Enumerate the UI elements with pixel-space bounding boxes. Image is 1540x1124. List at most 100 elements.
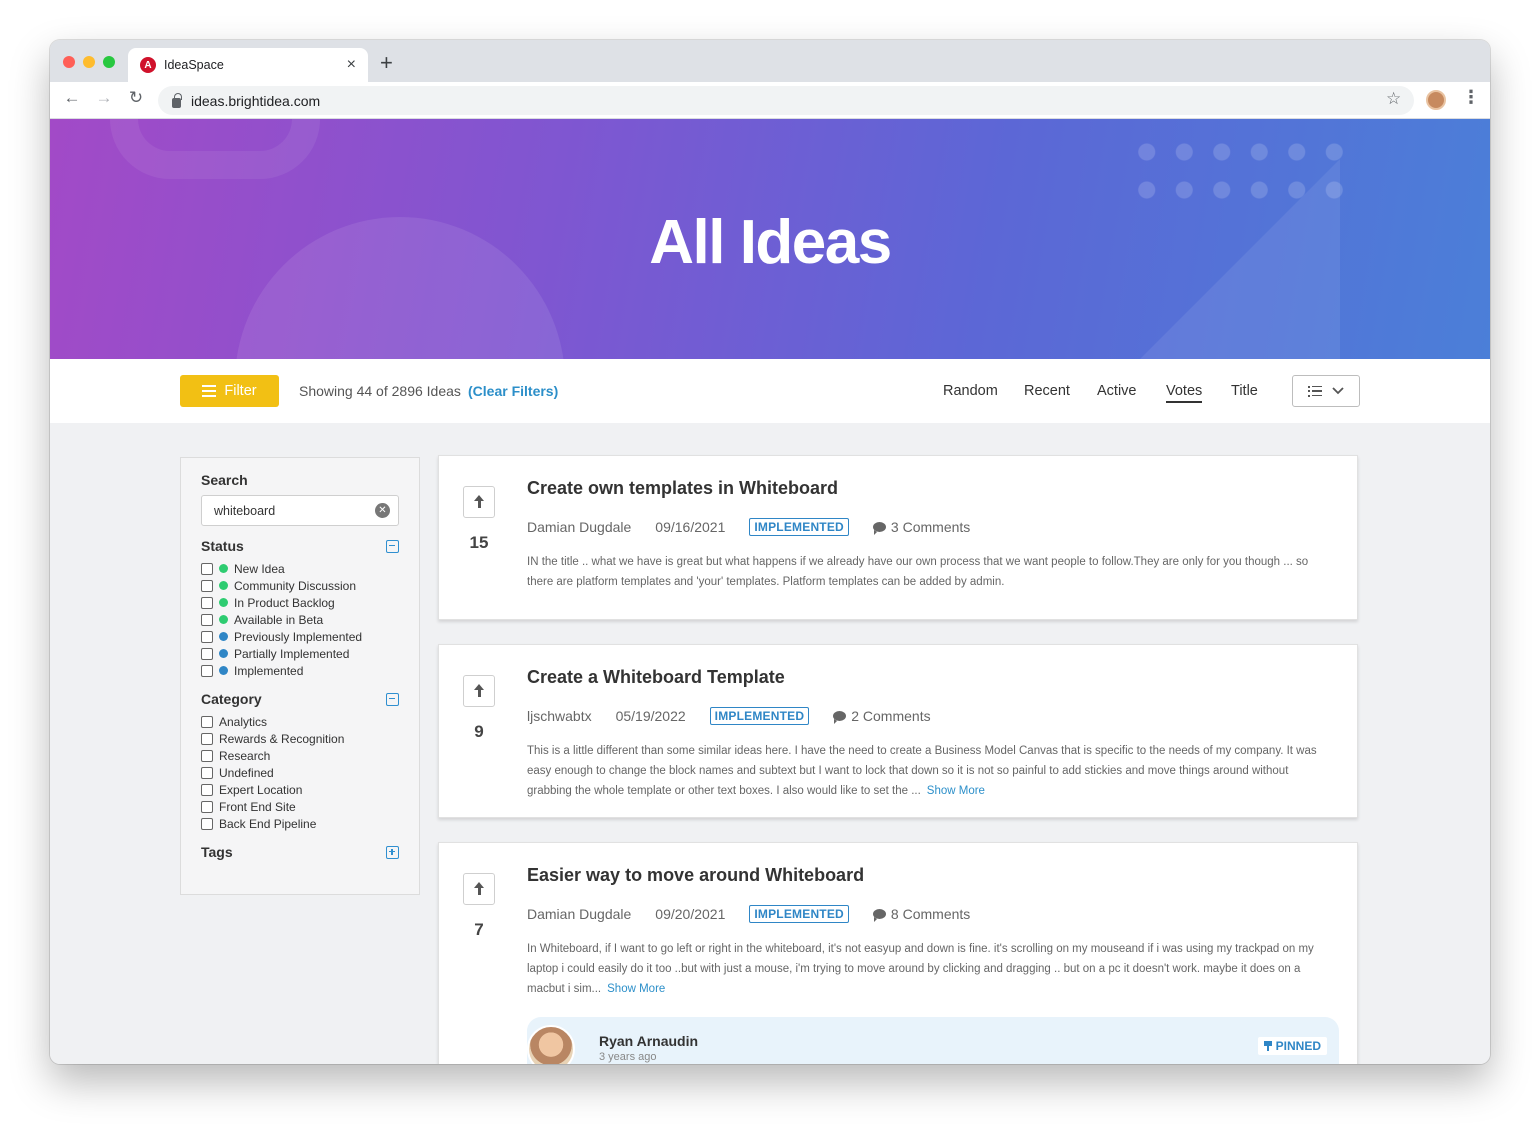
comments-link[interactable]: 2 Comments bbox=[833, 708, 931, 724]
status-filter-item[interactable]: Previously Implemented bbox=[201, 628, 399, 645]
checkbox[interactable] bbox=[201, 749, 213, 762]
idea-author[interactable]: Damian Dugdale bbox=[527, 906, 631, 922]
bookmark-star-icon[interactable]: ☆ bbox=[1386, 89, 1401, 109]
url-text: ideas.brightidea.com bbox=[191, 92, 321, 109]
comments-link[interactable]: 8 Comments bbox=[872, 906, 970, 922]
search-field[interactable]: ✕ bbox=[201, 495, 399, 526]
idea-description: IN the title .. what we have is great bu… bbox=[527, 552, 1327, 592]
collapse-status-icon[interactable] bbox=[386, 539, 399, 553]
upvote-button[interactable] bbox=[463, 873, 495, 905]
category-filter-label: Back End Pipeline bbox=[219, 816, 317, 831]
status-filter-label: In Product Backlog bbox=[234, 595, 335, 610]
address-bar[interactable]: ideas.brightidea.com bbox=[158, 86, 1414, 115]
status-filter-item[interactable]: In Product Backlog bbox=[201, 594, 399, 611]
category-filter-label: Research bbox=[219, 748, 271, 763]
category-filter-label: Analytics bbox=[219, 714, 268, 729]
status-filter-label: Available in Beta bbox=[234, 612, 324, 627]
status-filter-label: Implemented bbox=[234, 663, 304, 678]
category-filter-item[interactable]: Back End Pipeline bbox=[201, 815, 399, 832]
idea-description-text: This is a little different than some sim… bbox=[527, 745, 1317, 797]
tags-heading: Tags bbox=[201, 842, 399, 862]
minimize-window-button[interactable] bbox=[83, 56, 95, 68]
idea-card: 9 Create a Whiteboard Template ljschwabt… bbox=[438, 644, 1358, 818]
results-count: Showing 44 of 2896 Ideas bbox=[299, 383, 461, 399]
page-title: All Ideas bbox=[649, 208, 892, 277]
checkbox[interactable] bbox=[201, 562, 213, 575]
sort-votes[interactable]: Votes bbox=[1166, 383, 1203, 403]
idea-author[interactable]: ljschwabtx bbox=[527, 708, 592, 724]
status-filter-item[interactable]: Available in Beta bbox=[201, 611, 399, 628]
show-more-link[interactable]: Show More bbox=[607, 983, 665, 995]
close-tab-icon[interactable]: × bbox=[347, 56, 356, 74]
checkbox[interactable] bbox=[201, 647, 213, 660]
tags-label: Tags bbox=[201, 844, 233, 860]
category-filter-item[interactable]: Analytics bbox=[201, 713, 399, 730]
pin-icon bbox=[1263, 1041, 1272, 1051]
idea-title[interactable]: Easier way to move around Whiteboard bbox=[527, 865, 864, 886]
category-filter-item[interactable]: Undefined bbox=[201, 764, 399, 781]
sort-recent[interactable]: Recent bbox=[1024, 383, 1070, 399]
comment-time: 3 years ago bbox=[599, 1051, 657, 1063]
idea-title[interactable]: Create a Whiteboard Template bbox=[527, 667, 785, 688]
status-filter-item[interactable]: Implemented bbox=[201, 662, 399, 679]
commenter-avatar[interactable] bbox=[527, 1025, 575, 1064]
new-tab-icon[interactable]: + bbox=[380, 52, 393, 74]
sort-title[interactable]: Title bbox=[1231, 383, 1258, 399]
page-content: All Ideas Filter Showing 44 of 2896 Idea… bbox=[50, 119, 1490, 1064]
filter-button-label: Filter bbox=[224, 383, 257, 399]
clear-search-icon[interactable]: ✕ bbox=[375, 503, 390, 518]
filter-button[interactable]: Filter bbox=[180, 375, 279, 407]
category-filter-item[interactable]: Rewards & Recognition bbox=[201, 730, 399, 747]
idea-author[interactable]: Damian Dugdale bbox=[527, 519, 631, 535]
sort-active[interactable]: Active bbox=[1097, 383, 1137, 399]
status-filter-label: Partially Implemented bbox=[234, 646, 350, 661]
status-dot-icon bbox=[219, 615, 228, 624]
category-label: Category bbox=[201, 691, 262, 707]
forward-arrow-icon[interactable]: → bbox=[93, 88, 115, 108]
browser-tab[interactable]: A IdeaSpace × bbox=[128, 48, 368, 82]
lock-icon bbox=[172, 92, 182, 108]
show-more-link[interactable]: Show More bbox=[927, 785, 985, 797]
back-arrow-icon[interactable]: ← bbox=[61, 88, 83, 108]
category-filter-item[interactable]: Research bbox=[201, 747, 399, 764]
browser-menu-icon[interactable]: ⋮ bbox=[1462, 88, 1480, 106]
checkbox[interactable] bbox=[201, 613, 213, 626]
checkbox[interactable] bbox=[201, 664, 213, 677]
checkbox[interactable] bbox=[201, 766, 213, 779]
idea-meta: Damian Dugdale 09/16/2021 IMPLEMENTED 3 … bbox=[527, 518, 970, 536]
checkbox[interactable] bbox=[201, 715, 213, 728]
status-dot-icon bbox=[219, 598, 228, 607]
checkbox[interactable] bbox=[201, 732, 213, 745]
idea-title[interactable]: Create own templates in Whiteboard bbox=[527, 478, 838, 499]
reload-icon[interactable]: ↻ bbox=[125, 88, 147, 108]
close-window-button[interactable] bbox=[63, 56, 75, 68]
profile-avatar[interactable] bbox=[1426, 90, 1446, 110]
upvote-button[interactable] bbox=[463, 486, 495, 518]
maximize-window-button[interactable] bbox=[103, 56, 115, 68]
status-filter-item[interactable]: Partially Implemented bbox=[201, 645, 399, 662]
status-filter-item[interactable]: Community Discussion bbox=[201, 577, 399, 594]
checkbox[interactable] bbox=[201, 800, 213, 813]
checkbox[interactable] bbox=[201, 630, 213, 643]
checkbox[interactable] bbox=[201, 783, 213, 796]
category-filter-item[interactable]: Front End Site bbox=[201, 798, 399, 815]
idea-date: 05/19/2022 bbox=[615, 708, 686, 724]
status-filter-item[interactable]: New Idea bbox=[201, 560, 399, 577]
commenter-name[interactable]: Ryan Arnaudin bbox=[599, 1033, 698, 1049]
comments-link[interactable]: 3 Comments bbox=[872, 519, 970, 535]
clear-filters-link[interactable]: (Clear Filters) bbox=[468, 383, 558, 399]
category-filter-item[interactable]: Expert Location bbox=[201, 781, 399, 798]
upvote-button[interactable] bbox=[463, 675, 495, 707]
expand-tags-icon[interactable] bbox=[386, 845, 399, 859]
collapse-category-icon[interactable] bbox=[386, 692, 399, 706]
idea-meta: ljschwabtx 05/19/2022 IMPLEMENTED 2 Comm… bbox=[527, 707, 931, 725]
search-input[interactable] bbox=[214, 503, 375, 518]
view-mode-dropdown[interactable] bbox=[1292, 375, 1360, 407]
hero-banner: All Ideas bbox=[50, 119, 1490, 359]
sort-random[interactable]: Random bbox=[943, 383, 998, 399]
checkbox[interactable] bbox=[201, 817, 213, 830]
browser-window: A IdeaSpace × + ← → ↻ ideas.brightidea.c… bbox=[50, 40, 1490, 1064]
checkbox[interactable] bbox=[201, 579, 213, 592]
checkbox[interactable] bbox=[201, 596, 213, 609]
status-dot-icon bbox=[219, 632, 228, 641]
